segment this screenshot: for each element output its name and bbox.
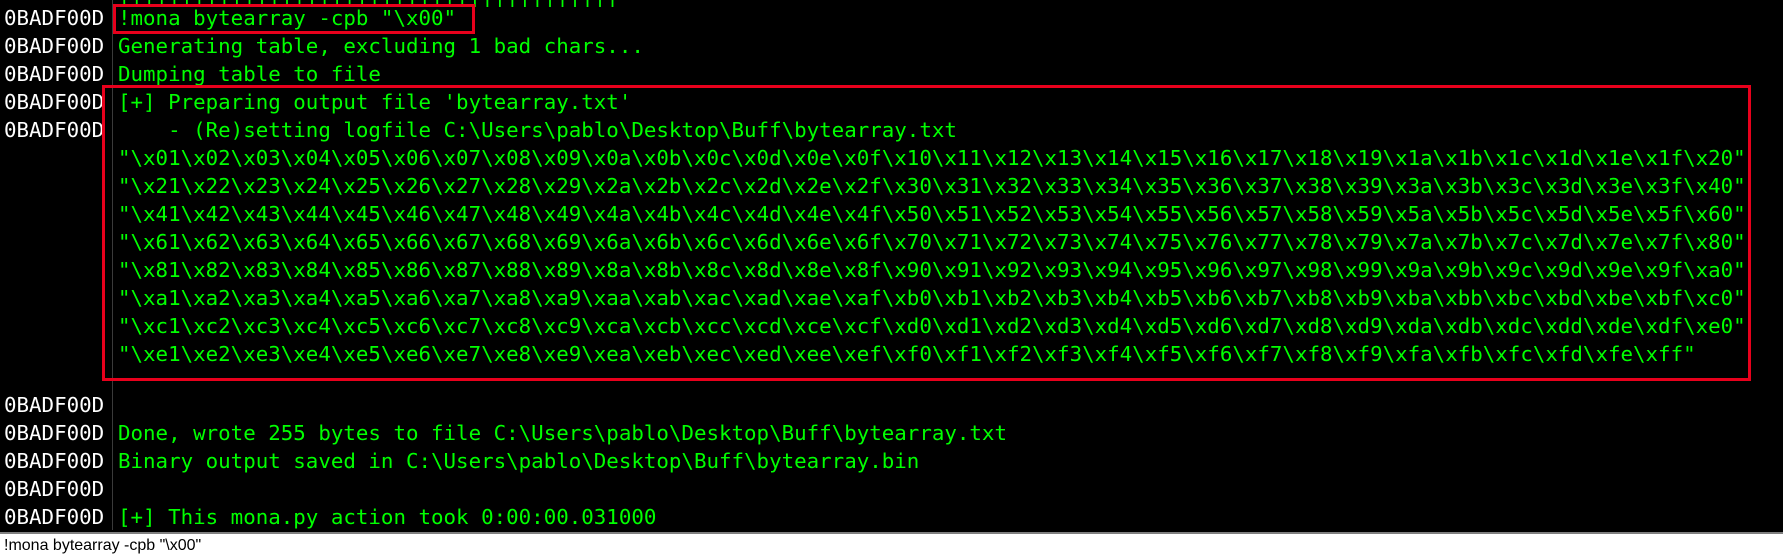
log-address: 0BADF00D: [4, 90, 105, 114]
bytearray-highlight-box: [102, 85, 1751, 381]
log-address: 0BADF00D: [4, 118, 105, 142]
log-row: 0BADF00D Done, wrote 255 bytes to file C…: [0, 419, 1783, 447]
log-row: 0BADF00D Dumping table to file: [0, 60, 1783, 88]
command-input[interactable]: [4, 535, 1774, 557]
log-row: 0BADF00D Binary output saved in C:\Users…: [0, 447, 1783, 475]
log-message: Generating table, excluding 1 bad chars.…: [118, 34, 644, 58]
log-address: 0BADF00D: [4, 34, 105, 58]
command-highlight-box: [113, 4, 475, 34]
log-message: Binary output saved in C:\Users\pablo\De…: [118, 449, 920, 473]
log-address: 0BADF00D: [4, 505, 105, 529]
command-bar: [0, 532, 1783, 558]
log-address: 0BADF00D: [4, 6, 105, 30]
log-address: 0BADF00D: [4, 449, 105, 473]
log-row: 0BADF00D: [0, 391, 1783, 419]
log-address: 0BADF00D: [4, 477, 105, 501]
log-message: [+] This mona.py action took 0:00:00.031…: [118, 505, 657, 529]
log-window: ||||||||||||||||||||||||||||||||||||||||…: [0, 0, 1783, 530]
log-row: 0BADF00D Generating table, excluding 1 b…: [0, 32, 1783, 60]
log-address: 0BADF00D: [4, 393, 105, 417]
log-message: Done, wrote 255 bytes to file C:\Users\p…: [118, 421, 1007, 445]
log-message: Dumping table to file: [118, 62, 381, 86]
log-address: 0BADF00D: [4, 421, 105, 445]
log-row: 0BADF00D [+] This mona.py action took 0:…: [0, 503, 1783, 530]
log-address: 0BADF00D: [4, 62, 105, 86]
log-row: 0BADF00D: [0, 475, 1783, 503]
